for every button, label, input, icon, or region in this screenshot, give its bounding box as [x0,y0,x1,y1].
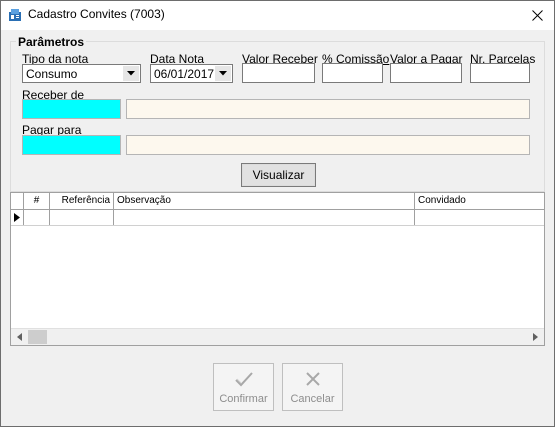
confirmar-button[interactable]: Confirmar [213,363,274,411]
cell-referencia[interactable] [50,210,114,225]
scroll-thumb[interactable] [28,330,47,344]
cell-observacao[interactable] [114,210,415,225]
tipo-nota-value: Consumo [26,67,78,81]
nr-parcelas-input[interactable] [470,63,530,83]
row-indicator [11,210,24,225]
chevron-left-icon [17,333,22,341]
checkmark-icon [234,372,253,387]
table-row[interactable] [11,210,544,226]
header-indicator-cell [11,193,24,209]
header-num[interactable]: # [24,193,50,209]
comissao-input[interactable] [322,63,383,83]
scroll-right-button[interactable] [527,329,544,345]
header-convidado[interactable]: Convidado [415,193,544,209]
valor-pagar-input[interactable] [390,63,462,83]
cell-convidado[interactable] [415,210,544,225]
parameters-legend: Parâmetros [16,35,87,49]
chevron-right-icon [533,333,538,341]
close-button[interactable] [520,1,554,30]
cancelar-button[interactable]: Cancelar [282,363,343,411]
address-card-icon [9,9,21,21]
grid-header: # Referência Observação Convidado [11,193,544,210]
chevron-down-icon [219,71,227,76]
header-referencia[interactable]: Referência [50,193,114,209]
tipo-nota-dropdown-button[interactable] [123,66,139,81]
pagar-para-name-field[interactable] [126,135,530,155]
confirmar-label: Confirmar [219,393,268,405]
data-nota-picker[interactable]: 06/01/2017 [150,64,233,83]
title-bar: Cadastro Convites (7003) [1,1,554,30]
scroll-left-button[interactable] [11,329,28,345]
pagar-para-code-input[interactable] [22,135,121,155]
data-nota-dropdown-button[interactable] [215,66,231,81]
x-mark-icon [305,372,320,386]
horizontal-scrollbar[interactable] [11,328,544,345]
receber-de-code-input[interactable] [22,99,121,119]
cell-num[interactable] [24,210,50,225]
data-nota-value: 06/01/2017 [154,67,215,81]
visualizar-button[interactable]: Visualizar [241,163,316,187]
window-title: Cadastro Convites (7003) [28,7,165,21]
triangle-right-icon [14,213,20,222]
valor-receber-input[interactable] [242,63,315,83]
header-observacao[interactable]: Observação [114,193,415,209]
close-icon [531,10,543,21]
tipo-nota-select[interactable]: Consumo [22,64,141,83]
chevron-down-icon [127,71,135,76]
dialog-window: Cadastro Convites (7003) Parâmetros Tipo… [0,0,555,427]
convites-grid[interactable]: # Referência Observação Convidado [10,192,545,346]
cancelar-label: Cancelar [290,393,335,405]
receber-de-name-field[interactable] [126,99,530,119]
